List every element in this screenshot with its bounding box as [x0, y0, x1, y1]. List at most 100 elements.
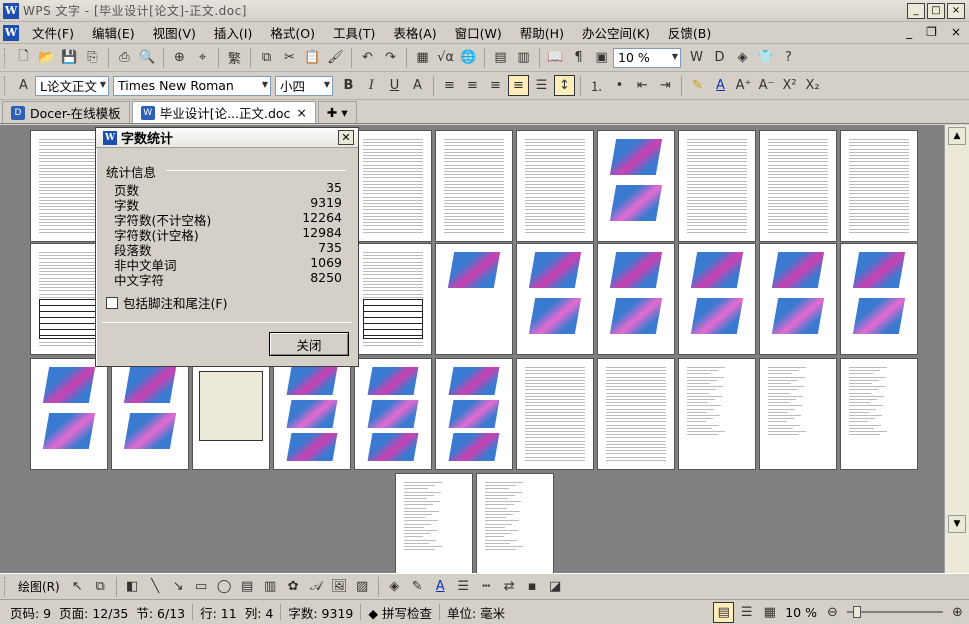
style-combo[interactable]: L论文正文 ▼ [35, 75, 109, 96]
page-thumbnail[interactable] [759, 243, 837, 355]
formula-icon[interactable]: √α [435, 47, 456, 68]
text-color-icon[interactable]: A [430, 576, 451, 597]
page-thumbnail[interactable] [273, 358, 351, 470]
page-thumbnail[interactable] [840, 243, 918, 355]
underline-icon[interactable]: U [384, 75, 405, 96]
page-thumbnail[interactable] [597, 358, 675, 470]
redo-icon[interactable]: ↷ [380, 47, 401, 68]
align-left-icon[interactable]: ≡ [439, 75, 460, 96]
page-thumbnail[interactable] [840, 130, 918, 242]
menu-edit[interactable]: 编辑(E) [83, 23, 144, 42]
toolbar-grip[interactable] [4, 47, 7, 68]
cut-icon[interactable]: ✂ [279, 47, 300, 68]
new-tab-button[interactable]: ✚ ▾ [317, 101, 357, 123]
page-thumbnail[interactable] [395, 473, 473, 573]
shapes-icon[interactable]: ⧉ [90, 576, 111, 597]
page-thumbnail[interactable] [759, 130, 837, 242]
menu-file[interactable]: 文件(F) [23, 23, 83, 42]
toolbar-grip-2[interactable] [4, 75, 7, 96]
table-icon[interactable]: ▦ [412, 47, 433, 68]
wordart-icon[interactable]: 𝒜 [306, 576, 327, 597]
page-thumbnail[interactable] [354, 243, 432, 355]
docer-icon[interactable]: D [709, 47, 730, 68]
page-thumbnail[interactable] [678, 358, 756, 470]
rectangle-icon[interactable]: ▭ [191, 576, 212, 597]
page-thumbnail[interactable] [759, 358, 837, 470]
menu-table[interactable]: 表格(A) [384, 23, 445, 42]
increase-indent-icon[interactable]: ⇥ [655, 75, 676, 96]
bullets-icon[interactable]: • [609, 75, 630, 96]
font-size-combo[interactable]: 小四 ▼ [275, 75, 333, 96]
page-thumbnail[interactable] [516, 243, 594, 355]
include-footnotes-option[interactable]: 包括脚注和尾注(F) [106, 293, 227, 312]
line-style-icon[interactable]: ☰ [453, 576, 474, 597]
dash-style-icon[interactable]: ┅ [476, 576, 497, 597]
open-folder-icon[interactable]: 📂 [36, 47, 57, 68]
copy-icon[interactable]: ⧉ [256, 47, 277, 68]
font-combo[interactable]: Times New Roman ▼ [113, 75, 271, 96]
paste-icon[interactable]: 📋 [302, 47, 323, 68]
page-thumbnail[interactable] [435, 358, 513, 470]
scroll-down-icon[interactable]: ▼ [948, 515, 966, 533]
zoom-out-icon[interactable]: ⊖ [822, 602, 843, 623]
page-thumbnail[interactable] [516, 130, 594, 242]
decrease-indent-icon[interactable]: ⇤ [632, 75, 653, 96]
page-thumbnail[interactable] [678, 243, 756, 355]
select-arrow-icon[interactable]: ↖ [67, 576, 88, 597]
maximize-button[interactable]: □ [927, 3, 945, 19]
picture-icon[interactable]: 🖼 [329, 576, 350, 597]
italic-icon[interactable]: I [361, 75, 382, 96]
new-document-icon[interactable]: 🗋 [13, 47, 34, 68]
doc-close-button[interactable]: × [951, 25, 961, 39]
print-icon[interactable]: ⎙ [114, 47, 135, 68]
page-thumbnail[interactable] [354, 358, 432, 470]
close-window-button[interactable]: × [947, 3, 965, 19]
export-pdf-icon[interactable]: ⎘ [82, 47, 103, 68]
vertical-textbox-icon[interactable]: ▥ [260, 576, 281, 597]
line-color-icon[interactable]: ✎ [407, 576, 428, 597]
format-painter-icon[interactable]: ⌖ [192, 47, 213, 68]
document-icon[interactable]: W [3, 24, 19, 41]
arrow-icon[interactable]: ↘ [168, 576, 189, 597]
brush-icon[interactable]: 🖌 [325, 47, 346, 68]
page-view-mode-icon[interactable]: ▤ [713, 601, 735, 623]
zoom-in-icon[interactable]: ⊕ [947, 602, 968, 623]
arrow-style-icon[interactable]: ⇄ [499, 576, 520, 597]
3d-icon[interactable]: ◪ [545, 576, 566, 597]
chart-icon[interactable]: ▥ [513, 47, 534, 68]
doc-restore-button[interactable]: ❐ [926, 25, 937, 39]
page-thumbnail[interactable] [840, 358, 918, 470]
page-thumbnail[interactable] [192, 358, 270, 470]
reading-mode-icon[interactable]: 📖 [545, 47, 566, 68]
menu-view[interactable]: 视图(V) [144, 23, 205, 42]
page-thumbnail[interactable] [435, 130, 513, 242]
page-thumbnail[interactable] [30, 358, 108, 470]
menu-office-space[interactable]: 办公空间(K) [573, 23, 659, 42]
web-view-icon[interactable]: ▦ [759, 602, 780, 623]
subscript-icon[interactable]: X₂ [802, 75, 823, 96]
print-preview-icon[interactable]: 🔍 [137, 47, 158, 68]
vertical-scrollbar[interactable]: ▲ ▼ [944, 125, 969, 573]
menu-insert[interactable]: 插入(I) [205, 23, 261, 42]
zoom-slider[interactable] [847, 606, 943, 618]
save-icon[interactable]: 💾 [59, 47, 80, 68]
hyperlink-icon[interactable]: 🌐 [458, 47, 479, 68]
tab-docer-templates[interactable]: D Docer-在线模板 [2, 101, 130, 123]
bold-icon[interactable]: B [338, 75, 359, 96]
undo-icon[interactable]: ↶ [357, 47, 378, 68]
minimize-button[interactable]: _ [907, 3, 925, 19]
word-icon[interactable]: W [686, 47, 707, 68]
align-right-icon[interactable]: ≡ [485, 75, 506, 96]
page-thumbnail[interactable] [476, 473, 554, 573]
styles-icon[interactable]: A [13, 75, 34, 96]
highlight-icon[interactable]: ✎ [687, 75, 708, 96]
columns-icon[interactable]: ▤ [490, 47, 511, 68]
page-thumbnail[interactable] [516, 358, 594, 470]
scroll-up-icon[interactable]: ▲ [948, 127, 966, 145]
spell-check-toggle[interactable]: ◆ 拼写检查 [364, 603, 436, 622]
skin-icon[interactable]: 👕 [755, 47, 776, 68]
numbering-icon[interactable]: ⒈ [586, 75, 607, 96]
menu-feedback[interactable]: 反馈(B) [659, 23, 720, 42]
doc-minimize-button[interactable]: _ [906, 25, 912, 39]
page-thumbnail[interactable] [678, 130, 756, 242]
